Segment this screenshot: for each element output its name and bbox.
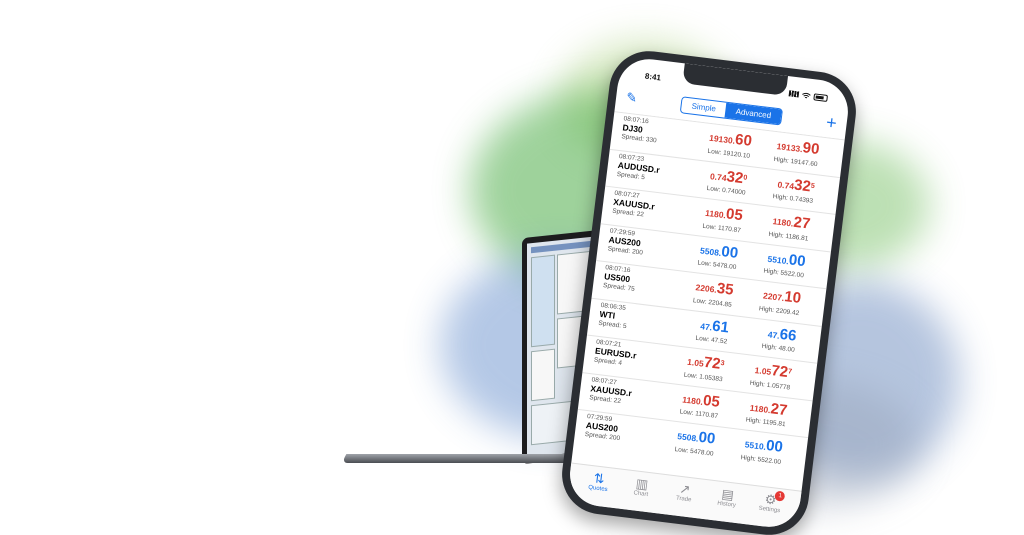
tab-history[interactable]: ▤ History (705, 484, 749, 524)
tab-quotes[interactable]: ⇅ Quotes (576, 469, 620, 509)
tab-label: Quotes (587, 484, 608, 494)
signal-icon (788, 90, 800, 98)
bid-prefix: 19130. (708, 132, 736, 146)
trade-icon: ↗ (678, 480, 692, 498)
segment-advanced[interactable]: Advanced (724, 102, 782, 124)
add-symbol-button[interactable]: + (820, 112, 838, 133)
ask-big-digits: 32 (793, 175, 812, 195)
bid-big-digits: 72 (702, 353, 722, 373)
tab-label: Trade (675, 495, 692, 504)
bid-prefix: 2206. (695, 282, 718, 295)
tab-chart[interactable]: ▥ Chart (619, 474, 663, 514)
ask-prefix: 5510. (744, 439, 767, 452)
bid-prefix: 1.05 (686, 356, 705, 369)
ask-prefix: 1180. (772, 216, 795, 229)
tab-label: History (716, 500, 737, 509)
ask-pip: 7 (787, 367, 793, 376)
ask-big-digits: 00 (787, 250, 807, 270)
ask-big-digits: 27 (769, 399, 789, 419)
status-icons (788, 90, 829, 102)
ask-pip: 5 (810, 181, 816, 190)
bid-prefix: 5508. (676, 431, 700, 444)
quotes-icon: ⇅ (592, 470, 606, 487)
ask-prefix: 1180. (749, 402, 772, 415)
pencil-icon[interactable]: ✎ (625, 90, 643, 108)
ask-big-digits: 66 (778, 325, 798, 345)
ask-big-digits: 27 (792, 213, 812, 233)
bid-prefix: 0.74 (709, 170, 728, 183)
chart-icon: ▥ (635, 475, 650, 492)
ask-big-digits: 90 (801, 139, 821, 159)
quote-symbol-block: 07:29:59 AUS200 Spread: 200 (583, 413, 653, 455)
ask-prefix: 19133. (776, 141, 804, 155)
bid-prefix: 1180. (704, 207, 727, 221)
segment-simple[interactable]: Simple (681, 97, 727, 117)
bid-prefix: 5508. (699, 244, 722, 258)
ask-prefix: 1.05 (754, 365, 772, 377)
notification-badge: 1 (774, 490, 786, 502)
wifi-icon (802, 92, 811, 98)
status-time: 8:41 (644, 71, 662, 83)
battery-icon (813, 92, 829, 102)
tab-trade[interactable]: ↗ Trade (662, 479, 706, 519)
tab-label: Chart (633, 490, 649, 499)
laptop-navigator (531, 348, 555, 402)
ask-big-digits: 00 (765, 436, 784, 456)
ask-prefix: 2207. (762, 290, 785, 304)
laptop-base (341, 454, 597, 463)
history-icon: ▤ (720, 486, 735, 503)
ask-big-digits: 72 (770, 362, 789, 381)
laptop-market-watch (531, 254, 555, 348)
quotes-list: 08:07:16 DJ30 Spread: 330 19130.60 Low: … (571, 111, 845, 491)
ask-prefix: 0.74 (777, 178, 795, 191)
ask-big-digits: 10 (783, 288, 803, 308)
bid-price: 5508.00 Low: 5478.00 (649, 421, 717, 463)
tab-label: Settings (758, 505, 781, 515)
ask-prefix: 5510. (767, 253, 790, 266)
tab-settings[interactable]: ⚙ Settings 1 (747, 490, 791, 530)
bid-big-digits: 32 (725, 167, 745, 187)
bid-prefix: 1180. (681, 393, 704, 407)
ask-price: 5510.00 High: 5522.00 (712, 429, 784, 472)
